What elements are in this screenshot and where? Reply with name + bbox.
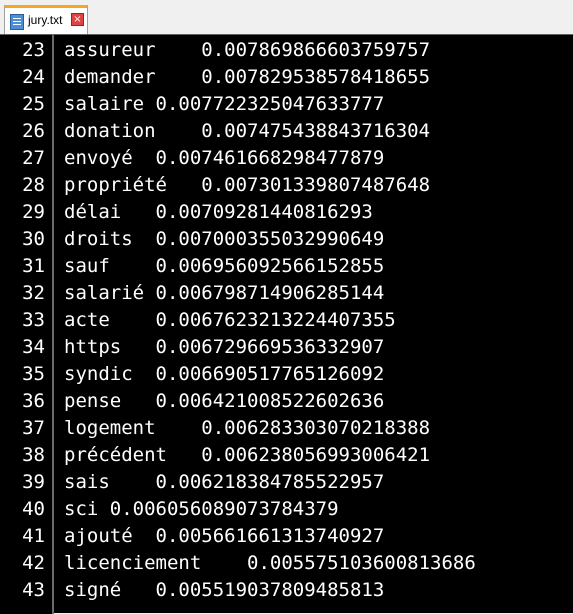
line-text[interactable]: demander 0.007829538578418655 [64,64,430,91]
line-text[interactable]: droits 0.007000355032990649 [64,226,384,253]
line-text[interactable]: syndic 0.006690517765126092 [64,361,384,388]
editor-line[interactable]: 24 demander 0.007829538578418655 [0,64,573,91]
line-number: 25 [22,93,45,115]
editor-line[interactable]: 38 précédent 0.006238056993006421 [0,442,573,469]
line-number: 27 [22,147,45,169]
line-number: 26 [22,120,45,142]
line-number: 30 [22,228,45,250]
line-text[interactable]: envoyé 0.007461668298477879 [64,145,384,172]
editor-line[interactable]: 31 sauf 0.006956092566152855 [0,253,573,280]
line-text[interactable]: propriété 0.007301339807487648 [64,172,430,199]
editor-line[interactable]: 34 https 0.006729669536332907 [0,334,573,361]
line-number: 39 [22,471,45,493]
line-text[interactable]: signé 0.005519037809485813 [64,577,384,604]
line-number: 38 [22,444,45,466]
editor-line[interactable]: 29 délai 0.00709281440816293 [0,199,573,226]
line-text[interactable]: https 0.006729669536332907 [64,334,384,361]
editor-line[interactable]: 42 licenciement 0.005575103600813686 [0,550,573,577]
editor-line[interactable]: 36 pense 0.006421008522602636 [0,388,573,415]
editor-line[interactable]: 27 envoyé 0.007461668298477879 [0,145,573,172]
line-text[interactable]: logement 0.006283303070218388 [64,415,430,442]
editor-line[interactable]: 37 logement 0.006283303070218388 [0,415,573,442]
editor-line[interactable]: 41 ajouté 0.005661661313740927 [0,523,573,550]
line-number: 34 [22,336,45,358]
tab-jury-txt[interactable]: jury.txt × [4,5,88,34]
tab-bar: jury.txt × [0,0,573,36]
line-text[interactable]: sci 0.006056089073784379 [64,496,339,523]
line-text[interactable]: assureur 0.007869866603759757 [64,37,430,64]
line-text[interactable]: salaire 0.007722325047633777 [64,91,384,118]
editor-line[interactable]: 30 droits 0.007000355032990649 [0,226,573,253]
line-number: 24 [22,66,45,88]
editor-line[interactable]: 43 signé 0.005519037809485813 [0,577,573,604]
text-editor[interactable]: 23 assureur 0.007869866603759757 24 demande… [0,34,573,614]
line-number: 42 [22,552,45,574]
editor-line[interactable]: 40 sci 0.006056089073784379 [0,496,573,523]
tab-label: jury.txt [28,13,63,27]
line-text[interactable]: licenciement 0.005575103600813686 [64,550,476,577]
editor-line[interactable]: 23 assureur 0.007869866603759757 [0,37,573,64]
line-number: 33 [22,309,45,331]
line-text[interactable]: pense 0.006421008522602636 [64,388,384,415]
editor-line[interactable]: 35 syndic 0.006690517765126092 [0,361,573,388]
line-text[interactable]: sauf 0.006956092566152855 [64,253,384,280]
close-icon[interactable]: × [71,13,84,26]
line-number: 40 [22,498,45,520]
save-file-icon [10,14,24,30]
line-text[interactable]: ajouté 0.005661661313740927 [64,523,384,550]
editor-line[interactable]: 39 sais 0.006218384785522957 [0,469,573,496]
line-number: 37 [22,417,45,439]
line-number: 28 [22,174,45,196]
line-text[interactable]: donation 0.007475438843716304 [64,118,430,145]
line-text[interactable]: précédent 0.006238056993006421 [64,442,430,469]
line-text[interactable]: salarié 0.006798714906285144 [64,280,384,307]
line-number: 36 [22,390,45,412]
line-text[interactable]: délai 0.00709281440816293 [64,199,373,226]
editor-line[interactable]: 32 salarié 0.006798714906285144 [0,280,573,307]
line-number: 23 [22,39,45,61]
line-number: 41 [22,525,45,547]
line-number: 43 [22,579,45,601]
editor-line[interactable]: 33 acte 0.0067623213224407355 [0,307,573,334]
line-text[interactable]: sais 0.006218384785522957 [64,469,384,496]
line-number: 32 [22,282,45,304]
line-number: 29 [22,201,45,223]
line-number: 35 [22,363,45,385]
editor-line[interactable]: 28 propriété 0.007301339807487648 [0,172,573,199]
line-number: 31 [22,255,45,277]
editor-line[interactable]: 26 donation 0.007475438843716304 [0,118,573,145]
editor-line[interactable]: 25 salaire 0.007722325047633777 [0,91,573,118]
line-text[interactable]: acte 0.0067623213224407355 [64,307,396,334]
